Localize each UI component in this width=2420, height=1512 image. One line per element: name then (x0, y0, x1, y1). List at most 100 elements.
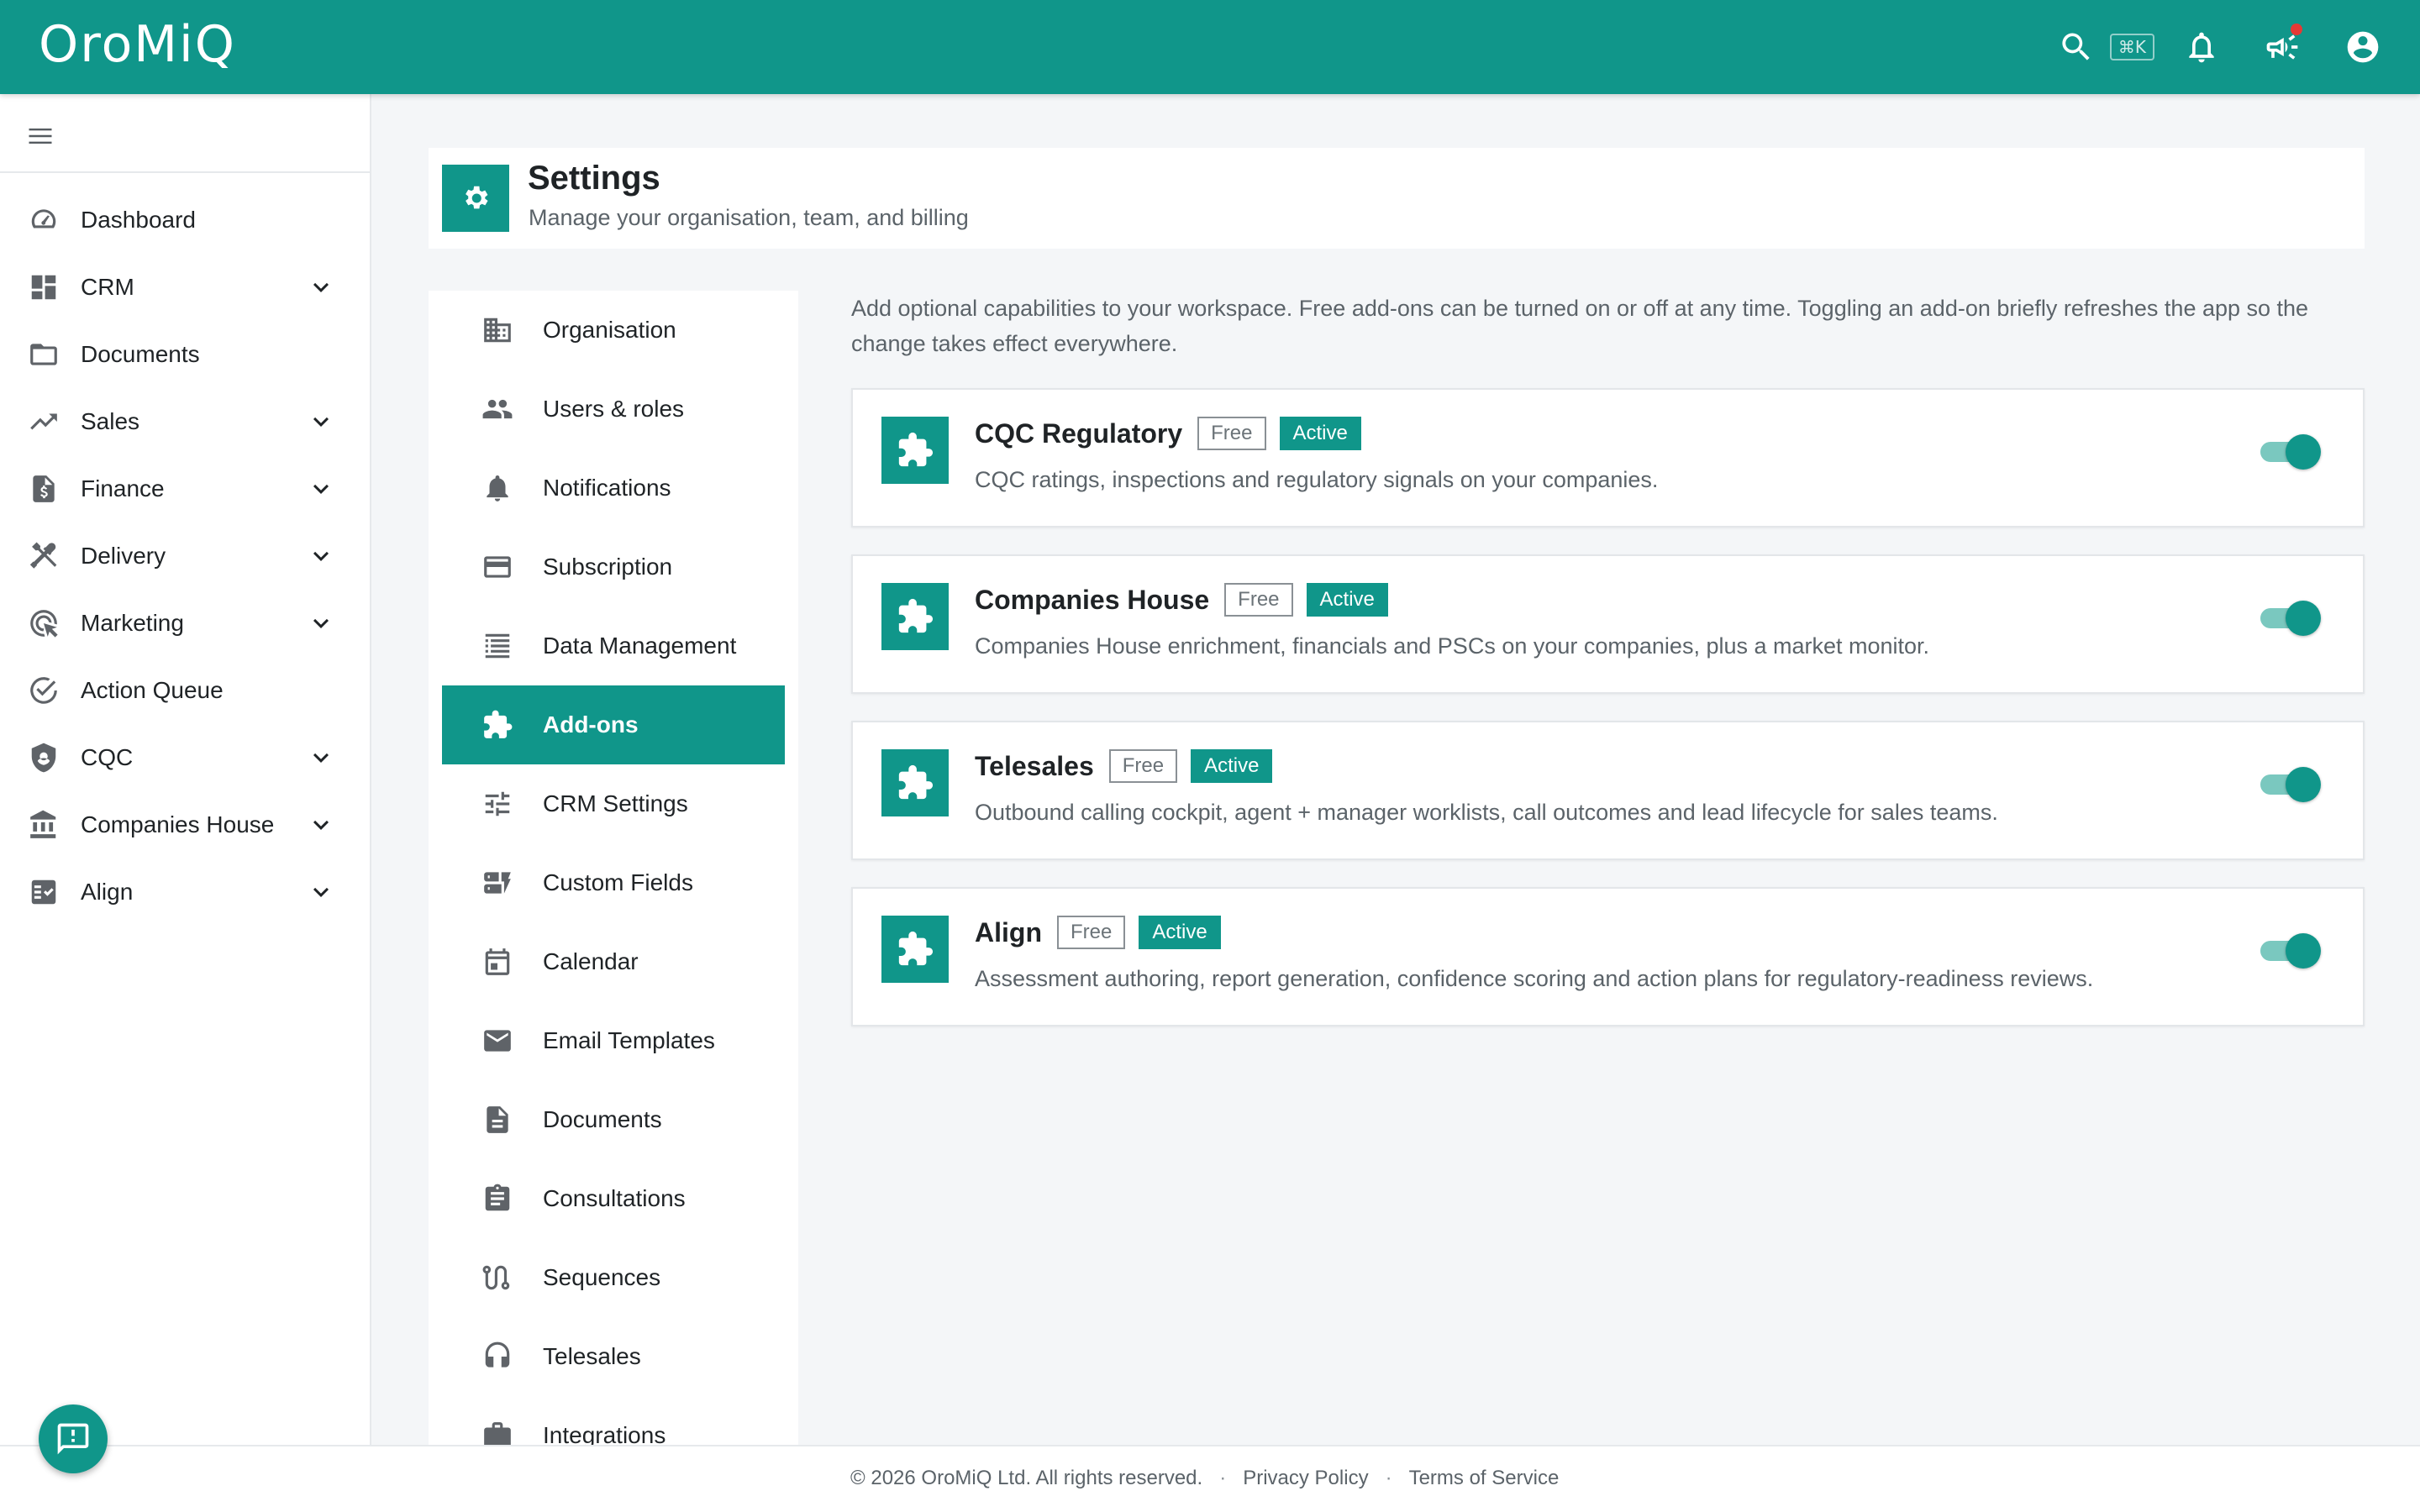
toggle-thumb[interactable] (2286, 767, 2321, 802)
megaphone-icon[interactable] (2259, 24, 2306, 71)
sidebar-item-label: Documents (81, 341, 200, 367)
dynamic-form-icon (481, 866, 514, 900)
addon-toggle[interactable] (2257, 763, 2323, 805)
settings-nav-label: Notifications (543, 475, 671, 501)
settings-nav-add-ons[interactable]: Add-ons (442, 685, 785, 764)
sidebar-item-finance[interactable]: Finance (0, 455, 370, 522)
sidebar-item-label: Companies House (81, 811, 275, 837)
sidebar-item-label: CRM (81, 274, 134, 300)
calendar-icon (481, 945, 514, 979)
addon-toggle[interactable] (2257, 596, 2323, 638)
addon-toggle[interactable] (2257, 929, 2323, 971)
sidebar-item-label: Marketing (81, 610, 184, 636)
search-shortcut-hint: ⌘K (2109, 34, 2154, 60)
sliders-icon (481, 787, 514, 821)
chevron-down-icon[interactable] (306, 541, 336, 571)
addon-name: Companies House (975, 584, 1210, 615)
sidebar-item-dashboard[interactable]: Dashboard (0, 186, 370, 254)
settings-nav-data-management[interactable]: Data Management (442, 606, 785, 685)
addon-card-telesales: Telesales Free Active Outbound calling c… (851, 721, 2365, 860)
sidebar-item-crm[interactable]: CRM (0, 254, 370, 321)
sidebar-item-label: Align (81, 879, 134, 905)
settings-nav-label: Organisation (543, 317, 676, 343)
top-bar: OroMiQ ⌘K (0, 0, 2420, 94)
sidebar-item-label: Action Queue (81, 677, 224, 703)
terms-of-service-link[interactable]: Terms of Service (1409, 1467, 1560, 1490)
footer-separator: · (1219, 1467, 1227, 1489)
briefcase-icon (481, 1419, 514, 1446)
settings-nav-integrations[interactable]: Integrations (442, 1396, 785, 1446)
settings-nav-organisation[interactable]: Organisation (442, 291, 785, 370)
headset-icon (481, 1340, 514, 1373)
sidebar-item-companies-house[interactable]: Companies House (0, 791, 370, 858)
page-header: Settings Manage your organisation, team,… (429, 148, 2365, 249)
settings-nav-sequences[interactable]: Sequences (442, 1238, 785, 1317)
sidebar-item-action-queue[interactable]: Action Queue (0, 657, 370, 724)
free-badge: Free (1108, 749, 1178, 783)
feedback-button[interactable] (39, 1404, 108, 1473)
settings-nav-label: Subscription (543, 554, 673, 580)
sidebar-item-sales[interactable]: Sales (0, 388, 370, 455)
footer-links: © 2026 OroMiQ Ltd. All rights reserved. … (850, 1467, 1559, 1490)
settings-nav-notifications[interactable]: Notifications (442, 449, 785, 528)
chevron-down-icon[interactable] (306, 474, 336, 504)
chevron-down-icon[interactable] (306, 810, 336, 840)
chevron-down-icon[interactable] (306, 407, 336, 437)
free-badge: Free (1056, 916, 1126, 949)
settings-nav-label: Data Management (543, 633, 737, 659)
sidebar-item-label: Finance (81, 475, 165, 501)
users-icon (481, 392, 514, 426)
sidebar-item-align[interactable]: Align (0, 858, 370, 926)
menu-icon[interactable] (25, 118, 55, 155)
toggle-thumb[interactable] (2286, 601, 2321, 636)
chevron-down-icon[interactable] (306, 743, 336, 773)
sidebar-item-delivery[interactable]: Delivery (0, 522, 370, 590)
puzzle-icon (481, 708, 514, 742)
sidebar: Dashboard CRM Documents Sales Finance De… (0, 94, 371, 1446)
clipboard-icon (481, 1182, 514, 1215)
tools-icon (27, 539, 60, 573)
free-badge: Free (1197, 417, 1266, 450)
settings-nav-consultations[interactable]: Consultations (442, 1159, 785, 1238)
addon-card-companies-house: Companies House Free Active Companies Ho… (851, 554, 2365, 694)
settings-nav-email-templates[interactable]: Email Templates (442, 1001, 785, 1080)
addon-header: Telesales Free Active (975, 749, 1273, 783)
privacy-policy-link[interactable]: Privacy Policy (1243, 1467, 1368, 1490)
puzzle-icon (881, 916, 949, 983)
settings-nav-crm-settings[interactable]: CRM Settings (442, 764, 785, 843)
target-cursor-icon (27, 606, 60, 640)
app-logo[interactable]: OroMiQ (39, 15, 236, 74)
file-icon (481, 1103, 514, 1137)
top-actions: ⌘K (2053, 24, 2386, 71)
footer: © 2026 OroMiQ Ltd. All rights reserved. … (0, 1445, 2420, 1512)
sidebar-item-marketing[interactable]: Marketing (0, 590, 370, 657)
toggle-thumb[interactable] (2286, 933, 2321, 969)
sidebar-item-cqc[interactable]: CQC (0, 724, 370, 791)
settings-nav-subscription[interactable]: Subscription (442, 528, 785, 606)
addon-name: Telesales (975, 750, 1094, 781)
settings-nav-label: Integrations (543, 1422, 666, 1446)
toggle-thumb[interactable] (2286, 434, 2321, 470)
sidebar-item-label: Dashboard (81, 207, 196, 233)
sidebar-item-documents[interactable]: Documents (0, 321, 370, 388)
addon-card-align: Align Free Active Assessment authoring, … (851, 887, 2365, 1026)
check-circle-icon (27, 674, 60, 707)
chevron-down-icon[interactable] (306, 608, 336, 638)
settings-nav-documents[interactable]: Documents (442, 1080, 785, 1159)
settings-nav-telesales[interactable]: Telesales (442, 1317, 785, 1396)
free-badge: Free (1224, 583, 1293, 617)
addon-toggle[interactable] (2257, 430, 2323, 472)
settings-nav-users-roles[interactable]: Users & roles (442, 370, 785, 449)
addon-header: Align Free Active (975, 916, 1221, 949)
chevron-down-icon[interactable] (306, 272, 336, 302)
search-icon[interactable] (2053, 24, 2100, 71)
account-circle-icon[interactable] (2339, 24, 2386, 71)
settings-nav-label: Calendar (543, 948, 639, 974)
sidebar-divider (0, 171, 370, 173)
addon-name: CQC Regulatory (975, 417, 1183, 449)
bell-icon[interactable] (2178, 24, 2225, 71)
settings-nav-label: Telesales (543, 1343, 641, 1369)
chevron-down-icon[interactable] (306, 877, 336, 907)
settings-nav-custom-fields[interactable]: Custom Fields (442, 843, 785, 922)
settings-nav-calendar[interactable]: Calendar (442, 922, 785, 1001)
